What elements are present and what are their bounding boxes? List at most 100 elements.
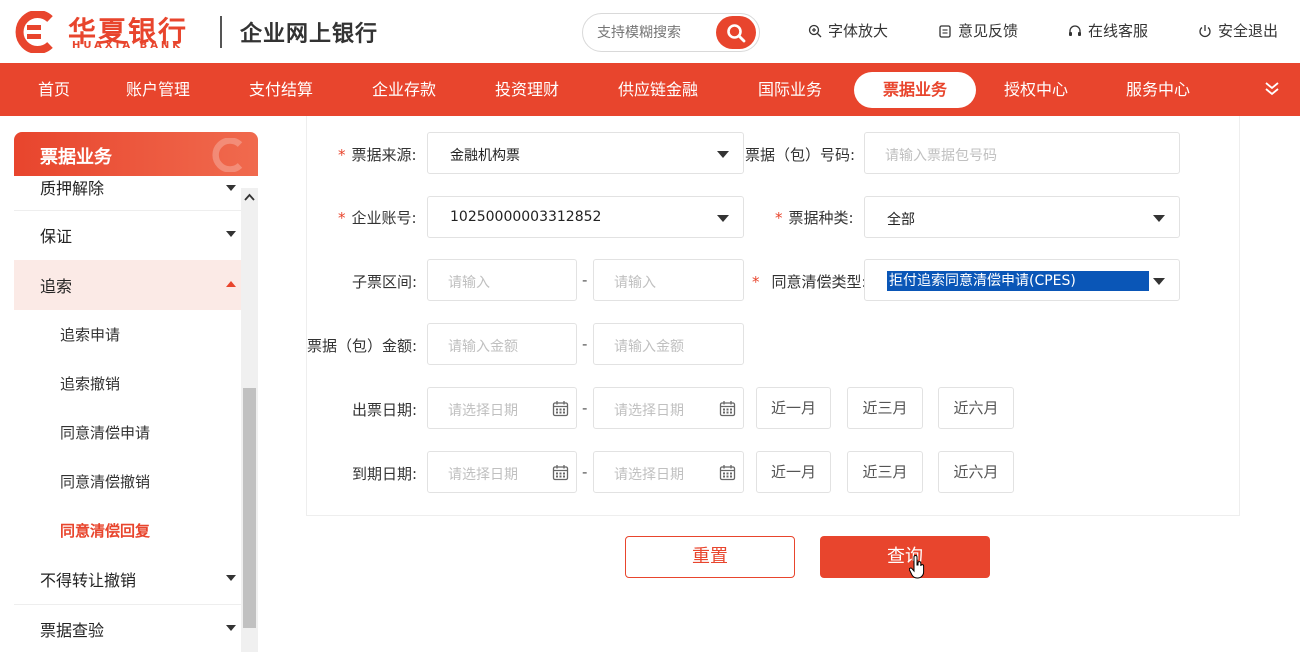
headset-icon — [1069, 24, 1081, 36]
due-date-to-placeholder: 请选择日期 — [614, 467, 684, 483]
sidebar-subitem-recourse-apply[interactable]: 追索申请 — [14, 310, 242, 359]
issue-date-to-picker[interactable]: 请选择日期 — [593, 387, 744, 429]
bill-type-label: * 票据种类: — [775, 209, 854, 227]
nav-investment[interactable]: 投资理财 — [495, 63, 559, 116]
sidebar-item-label: 保证 — [40, 227, 73, 246]
issue-date-last-month-button[interactable]: 近一月 — [756, 387, 831, 429]
caret-down-icon — [717, 151, 729, 158]
online-service-link[interactable]: 在线客服 — [1068, 20, 1148, 41]
chevron-down-icon — [226, 185, 236, 191]
issue-date-last-6-months-button[interactable]: 近六月 — [938, 387, 1014, 429]
query-button[interactable]: 查询 — [820, 536, 990, 578]
account-select[interactable]: 10250000003312852 — [427, 196, 744, 238]
amount-from-placeholder: 请输入金额 — [448, 339, 518, 355]
bill-no-input[interactable]: 请输入票据包号码 — [864, 132, 1180, 174]
nav-supply-chain[interactable]: 供应链金融 — [618, 63, 698, 116]
nav-service[interactable]: 服务中心 — [1126, 63, 1190, 116]
sub-range-from-input[interactable]: 请输入 — [427, 259, 577, 301]
amount-from-input[interactable]: 请输入金额 — [427, 323, 577, 365]
nav-home[interactable]: 首页 — [38, 63, 70, 116]
range-separator: - — [582, 271, 588, 289]
search-button[interactable] — [716, 16, 756, 49]
nav-international[interactable]: 国际业务 — [758, 63, 822, 116]
due-date-from-picker[interactable]: 请选择日期 — [427, 451, 577, 493]
font-enlarge-label: 字体放大 — [828, 22, 889, 40]
sidebar-subitem-label: 追索申请 — [60, 326, 121, 344]
sidebar-subitem-recourse-cancel[interactable]: 追索撤销 — [14, 359, 242, 408]
chevron-down-icon — [226, 625, 236, 631]
bill-source-label: * 票据来源: — [338, 146, 417, 164]
brand-divider — [220, 16, 222, 48]
issue-date-last-3-months-button[interactable]: 近三月 — [847, 387, 923, 429]
sidebar-item-no-transfer-cancel[interactable]: 不得转让撤销 — [14, 554, 242, 604]
reset-button[interactable]: 重置 — [625, 536, 795, 578]
sidebar-item-label: 票据查验 — [40, 621, 105, 640]
sidebar-subitem-settle-cancel[interactable]: 同意清偿撤销 — [14, 457, 242, 506]
feedback-label: 意见反馈 — [958, 22, 1019, 40]
calendar-icon — [552, 401, 569, 417]
nav-authorization[interactable]: 授权中心 — [1004, 63, 1068, 116]
sidebar-subitem-label: 追索撤销 — [60, 375, 121, 393]
sidebar-subitem-label: 同意清偿撤销 — [60, 473, 151, 491]
range-separator: - — [582, 463, 588, 481]
font-enlarge-link[interactable]: 字体放大 — [808, 20, 888, 41]
chevron-down-icon — [226, 231, 236, 237]
calendar-icon — [552, 465, 569, 481]
brand-name-en: HUAXIA BANK — [72, 40, 184, 51]
due-date-last-month-button[interactable]: 近一月 — [756, 451, 831, 493]
bill-no-label: 票据（包）号码: — [745, 146, 856, 164]
sub-range-label: 子票区间: — [352, 273, 418, 291]
feedback-link[interactable]: 意见反馈 — [938, 20, 1018, 41]
sidebar-subitem-label: 同意清偿回复 — [60, 522, 151, 540]
range-separator: - — [582, 399, 588, 417]
huaxia-logo-icon — [15, 11, 53, 53]
chevron-up-icon — [226, 281, 236, 287]
sidebar-subitem-label: 同意清偿申请 — [60, 424, 151, 442]
feedback-icon — [939, 24, 951, 38]
double-chevron-down-icon[interactable] — [1262, 79, 1282, 99]
top-header: 华夏银行 HUAXIA BANK 企业网上银行 字体放大 意见反馈 在线客服 安… — [0, 0, 1300, 63]
due-date-label: 到期日期: — [352, 465, 418, 483]
bill-no-placeholder: 请输入票据包号码 — [885, 148, 997, 164]
due-date-from-placeholder: 请选择日期 — [448, 467, 518, 483]
caret-down-icon — [1153, 215, 1165, 222]
sidebar-subitem-settle-reply[interactable]: 同意清偿回复 — [14, 506, 242, 555]
caret-down-icon — [717, 215, 729, 222]
online-service-label: 在线客服 — [1088, 22, 1149, 40]
sidebar-subitem-settle-apply[interactable]: 同意清偿申请 — [14, 408, 242, 457]
amount-label: 票据（包）金额: — [307, 337, 418, 355]
settle-type-select[interactable]: 拒付追索同意清偿申请(CPES) — [864, 259, 1180, 301]
sidebar-scroll-thumb[interactable] — [243, 388, 256, 628]
calendar-icon — [719, 401, 736, 417]
nav-payment[interactable]: 支付结算 — [249, 63, 313, 116]
due-date-to-picker[interactable]: 请选择日期 — [593, 451, 744, 493]
due-date-last-3-months-button[interactable]: 近三月 — [847, 451, 923, 493]
amount-to-input[interactable]: 请输入金额 — [593, 323, 744, 365]
sidebar-item-label: 质押解除 — [40, 179, 105, 198]
issue-date-from-picker[interactable]: 请选择日期 — [427, 387, 577, 429]
search-input[interactable] — [597, 23, 717, 43]
bill-type-value: 全部 — [887, 212, 915, 228]
scroll-up-arrow-icon[interactable] — [244, 192, 255, 203]
sub-range-to-placeholder: 请输入 — [614, 275, 656, 291]
sidebar-item-pledge-release[interactable]: 质押解除 — [14, 166, 242, 210]
search-icon — [727, 23, 746, 42]
sub-range-to-input[interactable]: 请输入 — [593, 259, 744, 301]
sidebar-item-guarantee[interactable]: 保证 — [14, 210, 242, 260]
settle-type-label: * 同意清偿类型: — [752, 273, 867, 291]
bill-source-select[interactable]: 金融机构票 — [427, 132, 744, 174]
caret-down-icon — [1153, 278, 1165, 285]
logout-link[interactable]: 安全退出 — [1198, 20, 1278, 41]
due-date-last-6-months-button[interactable]: 近六月 — [938, 451, 1014, 493]
sidebar-item-recourse[interactable]: 追索 — [14, 260, 242, 310]
account-value: 10250000003312852 — [450, 209, 602, 225]
hand-cursor-icon — [909, 555, 925, 579]
bill-type-select[interactable]: 全部 — [864, 196, 1180, 238]
nav-account[interactable]: 账户管理 — [126, 63, 190, 116]
zoom-in-icon — [808, 24, 822, 37]
bill-source-value: 金融机构票 — [450, 148, 520, 164]
site-title: 企业网上银行 — [240, 22, 379, 47]
nav-deposit[interactable]: 企业存款 — [372, 63, 436, 116]
sidebar-item-bill-check[interactable]: 票据查验 — [14, 604, 242, 652]
nav-bill-business[interactable]: 票据业务 — [854, 72, 976, 108]
